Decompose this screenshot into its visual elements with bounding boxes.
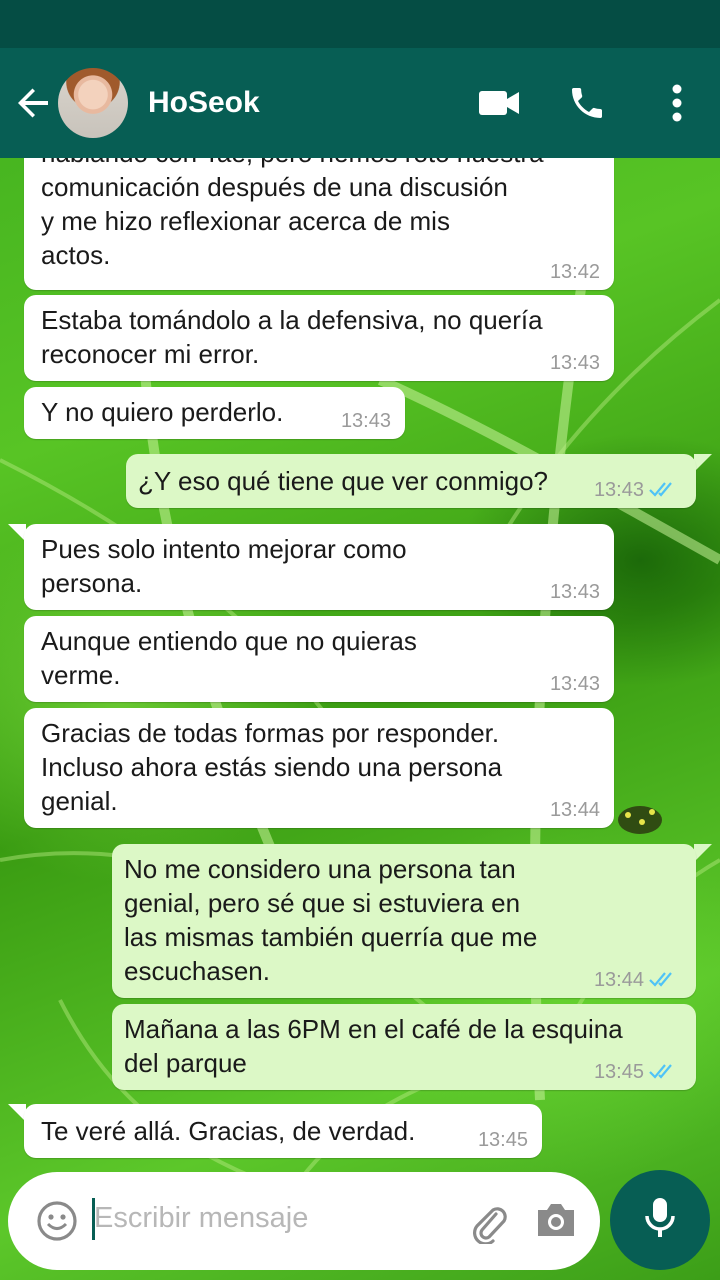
message-text: No me considero una persona tan genial, …	[124, 854, 538, 986]
message-time: 13:43	[549, 352, 600, 374]
back-arrow-icon[interactable]	[14, 83, 54, 123]
message-bubble-incoming[interactable]: Gracias de todas formas por responder. I…	[24, 708, 614, 828]
message-bubble-incoming[interactable]: Pues solo intento mejorar como persona. …	[24, 524, 614, 610]
message-time: 13:44	[549, 799, 600, 821]
message-text: Estaba tomándolo a la defensiva, no quer…	[41, 305, 543, 369]
message-text: Gracias de todas formas por responder. I…	[41, 718, 503, 816]
message-bubble-outgoing[interactable]: ¿Y eso qué tiene que ver conmigo? 13:43	[126, 454, 696, 508]
bubble-tail	[694, 454, 712, 472]
mic-icon	[640, 1194, 680, 1247]
message-bubble-incoming[interactable]: Te veré allá. Gracias, de verdad. 13:45	[24, 1104, 542, 1158]
bubble-tail	[694, 844, 712, 862]
message-text: Aunque entiendo que no quieras verme.	[41, 626, 417, 690]
message-time: 13:43	[340, 410, 391, 432]
message-text: Te veré allá. Gracias, de verdad.	[41, 1116, 416, 1146]
message-time: 13:45	[593, 1061, 644, 1083]
message-text: hablando con Tae, pero hemos roto nuestr…	[41, 158, 544, 270]
emoji-icon[interactable]	[36, 1200, 78, 1242]
status-bar	[0, 0, 720, 48]
contact-name[interactable]: HoSeok	[148, 86, 260, 120]
message-time: 13:43	[593, 479, 644, 501]
message-text: Pues solo intento mejorar como persona.	[41, 534, 407, 598]
message-bubble-incoming[interactable]: Y no quiero perderlo. 13:43	[24, 387, 405, 439]
video-call-icon[interactable]	[476, 80, 522, 126]
chat-header: HoSeok	[0, 48, 720, 158]
message-bubble-outgoing[interactable]: No me considero una persona tan genial, …	[112, 844, 696, 998]
message-time: 13:45	[477, 1129, 528, 1151]
phone-icon[interactable]	[564, 80, 610, 126]
attach-icon[interactable]	[466, 1200, 510, 1246]
message-time: 13:44	[593, 969, 644, 991]
read-ticks-icon	[649, 482, 672, 497]
message-composer: Escribir mensaje	[8, 1172, 600, 1270]
message-bubble-incoming[interactable]: Estaba tomándolo a la defensiva, no quer…	[24, 295, 614, 381]
read-ticks-icon	[649, 1064, 672, 1079]
contact-avatar[interactable]	[58, 68, 128, 138]
read-ticks-icon	[649, 972, 672, 987]
message-time: 13:43	[549, 673, 600, 695]
more-vert-icon[interactable]	[654, 80, 700, 126]
message-input[interactable]: Escribir mensaje	[94, 1202, 308, 1235]
camera-icon[interactable]	[534, 1200, 578, 1244]
message-bubble-outgoing[interactable]: Mañana a las 6PM en el café de la esquin…	[112, 1004, 696, 1090]
message-bubble-incoming[interactable]: hablando con Tae, pero hemos roto nuestr…	[24, 158, 614, 290]
message-list[interactable]: hablando con Tae, pero hemos roto nuestr…	[0, 158, 720, 1170]
message-time: 13:42	[549, 261, 600, 283]
message-bubble-incoming[interactable]: Aunque entiendo que no quieras verme. 13…	[24, 616, 614, 702]
message-text: Y no quiero perderlo.	[41, 397, 284, 427]
message-time: 13:43	[549, 581, 600, 603]
mic-button[interactable]	[610, 1170, 710, 1270]
